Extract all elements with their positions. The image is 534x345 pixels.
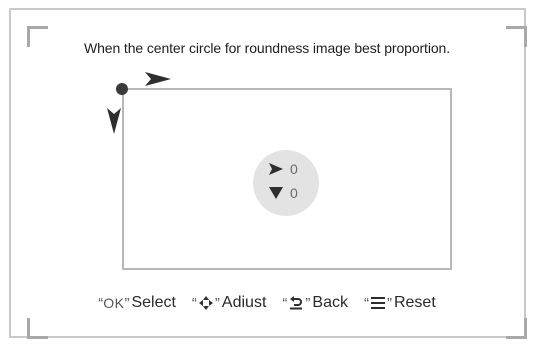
arrow-right-icon — [145, 72, 171, 86]
reset-label: Reset — [393, 294, 436, 311]
key-hints: “ OK ” Select “ ” Adiust “ ” Back “ ” Re… — [0, 294, 534, 312]
right-triangle-icon — [269, 163, 283, 175]
calibration-screen: When the center circle for roundness ima… — [0, 0, 534, 345]
center-circle: 0 0 — [253, 150, 319, 216]
hint-adjust[interactable]: “ ” Adiust — [192, 294, 266, 312]
hint-back[interactable]: “ ” Back — [282, 294, 348, 312]
instruction-text: When the center circle for roundness ima… — [83, 40, 451, 56]
back-label: Back — [312, 294, 348, 311]
adjust-label: Adiust — [221, 294, 267, 311]
vertical-readout: 0 — [269, 185, 298, 201]
hint-select[interactable]: “ OK ” Select — [98, 294, 176, 312]
horizontal-value: 0 — [290, 161, 298, 177]
horizontal-readout: 0 — [269, 161, 298, 177]
menu-lines-icon — [370, 296, 386, 310]
vertical-value: 0 — [290, 185, 298, 201]
hint-reset[interactable]: “ ” Reset — [364, 294, 436, 312]
corner-bracket-bottom-right — [506, 318, 527, 339]
move-arrows-icon — [198, 295, 214, 311]
arrow-down-icon — [107, 108, 121, 134]
select-label: Select — [131, 294, 176, 311]
back-arrow-icon — [288, 295, 304, 311]
ok-key-label: OK — [103, 295, 125, 311]
anchor-point[interactable] — [116, 83, 128, 95]
corner-bracket-bottom-left — [27, 318, 48, 339]
down-triangle-icon — [269, 187, 283, 199]
